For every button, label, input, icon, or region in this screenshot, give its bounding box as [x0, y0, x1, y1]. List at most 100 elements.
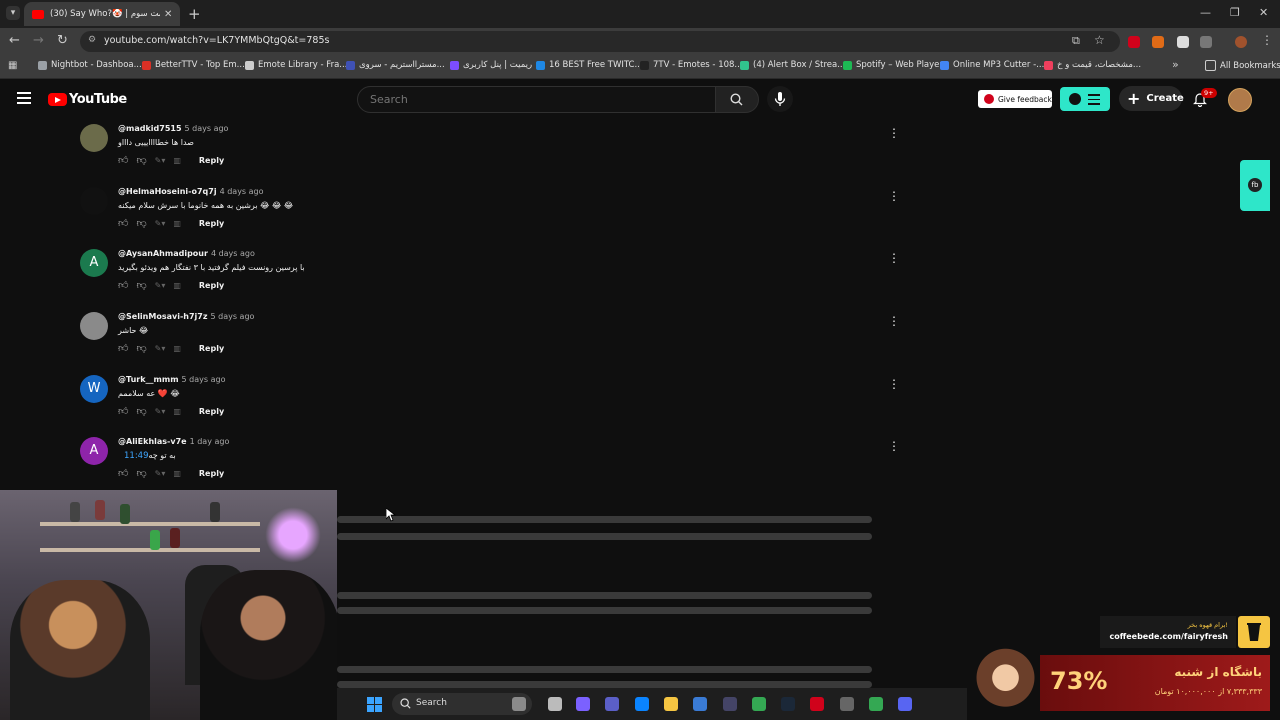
all-bookmarks[interactable]: All Bookmarks: [1205, 60, 1280, 71]
analytics-icon[interactable]: ▥: [173, 469, 181, 478]
app-red-icon[interactable]: [810, 697, 824, 711]
commenter-handle[interactable]: @SelinMosavi-h7j7z: [118, 312, 208, 321]
extension-badge-icon[interactable]: [1177, 36, 1189, 48]
chrome-icon[interactable]: [752, 697, 766, 711]
reply-button[interactable]: Reply: [199, 156, 224, 165]
account-avatar[interactable]: [1228, 88, 1252, 112]
extension-toolbar-button[interactable]: [1060, 87, 1110, 111]
close-window-icon[interactable]: ✕: [1259, 6, 1268, 19]
bookmark-item[interactable]: Spotify – Web Player: [843, 60, 943, 70]
install-app-icon[interactable]: ⧉: [1072, 34, 1080, 48]
bookmark-item[interactable]: Emote Library - Fra...: [245, 60, 347, 70]
more-bookmarks-icon[interactable]: »: [1172, 58, 1179, 71]
search-button[interactable]: [715, 86, 759, 113]
like-icon[interactable]: 👍︎: [118, 217, 128, 229]
bookmark-item[interactable]: ریمیت | پنل کاربری: [450, 60, 532, 70]
commenter-avatar[interactable]: W: [80, 375, 108, 403]
extension-red-icon[interactable]: [1128, 36, 1140, 48]
analytics-icon[interactable]: ▥: [173, 281, 181, 290]
thanks-icon[interactable]: ✎▾: [155, 469, 166, 478]
dislike-icon[interactable]: 👎︎: [136, 405, 146, 417]
comment-menu-icon[interactable]: ⋮: [888, 251, 900, 265]
task-view-icon[interactable]: [548, 697, 562, 711]
file-explorer-icon[interactable]: [664, 697, 678, 711]
voice-search-button[interactable]: [767, 86, 793, 112]
bookmark-item[interactable]: BetterTTV - Top Em...: [142, 60, 245, 70]
dislike-icon[interactable]: 👎︎: [136, 279, 146, 291]
commenter-handle[interactable]: @AysanAhmadipour: [118, 249, 208, 258]
thanks-icon[interactable]: ✎▾: [155, 219, 166, 228]
back-icon[interactable]: ←: [9, 33, 20, 48]
comment-time[interactable]: 5 days ago: [185, 124, 229, 133]
comment-menu-icon[interactable]: ⋮: [888, 314, 900, 328]
commenter-avatar[interactable]: [80, 124, 108, 152]
comment-time[interactable]: 4 days ago: [220, 187, 264, 196]
bookmark-item[interactable]: مشخصات، قیمت و خ...: [1044, 60, 1141, 70]
analytics-icon[interactable]: ▥: [173, 219, 181, 228]
reply-button[interactable]: Reply: [199, 407, 224, 416]
address-bar[interactable]: ⚙ youtube.com/watch?v=LK7YMMbQtgQ&t=785s: [80, 31, 1120, 52]
commenter-avatar[interactable]: A: [80, 249, 108, 277]
dislike-icon[interactable]: 👎︎: [136, 342, 146, 354]
close-tab-icon[interactable]: ✕: [164, 9, 172, 20]
reload-icon[interactable]: ↻: [57, 33, 68, 48]
analytics-icon[interactable]: ▥: [173, 156, 181, 165]
comment-menu-icon[interactable]: ⋮: [888, 189, 900, 203]
analytics-icon[interactable]: ▥: [173, 407, 181, 416]
profile-avatar-icon[interactable]: [1235, 36, 1247, 48]
youtube-logo[interactable]: YouTube: [48, 92, 127, 107]
teams-icon[interactable]: [605, 697, 619, 711]
browser-menu-icon[interactable]: ⋮: [1261, 33, 1273, 47]
maximize-icon[interactable]: ❐: [1230, 6, 1240, 19]
reply-button[interactable]: Reply: [199, 219, 224, 228]
bookmark-item[interactable]: 7TV - Emotes - 108...: [640, 60, 743, 70]
like-icon[interactable]: 👍︎: [118, 467, 128, 479]
comment-menu-icon[interactable]: ⋮: [888, 377, 900, 391]
store-icon[interactable]: [693, 697, 707, 711]
commenter-handle[interactable]: @HelmaHoseini-o7q7j: [118, 187, 217, 196]
widgets-icon[interactable]: [512, 697, 526, 711]
commenter-handle[interactable]: @AliEkhlas-v7e: [118, 437, 187, 446]
create-button[interactable]: + Create: [1119, 86, 1184, 111]
bookmark-item[interactable]: Nightbot - Dashboa...: [38, 60, 142, 70]
site-info-icon[interactable]: ⚙: [88, 35, 96, 45]
dislike-icon[interactable]: 👎︎: [136, 154, 146, 166]
like-icon[interactable]: 👍︎: [118, 154, 128, 166]
steam-icon[interactable]: [781, 697, 795, 711]
give-feedback-button[interactable]: Give feedback: [978, 90, 1052, 108]
commenter-handle[interactable]: @madkid7515: [118, 124, 182, 133]
bookmark-item[interactable]: 16 BEST Free TWITC...: [536, 60, 643, 70]
search-box[interactable]: [357, 86, 716, 113]
app-icon[interactable]: [723, 697, 737, 711]
minimize-icon[interactable]: —: [1200, 6, 1211, 19]
comment-time[interactable]: 4 days ago: [211, 249, 255, 258]
tab-search-menu[interactable]: ▾: [6, 6, 20, 20]
comment-menu-icon[interactable]: ⋮: [888, 439, 900, 453]
app-icon[interactable]: [840, 697, 854, 711]
thanks-icon[interactable]: ✎▾: [155, 156, 166, 165]
taskbar-search[interactable]: Search: [392, 693, 532, 715]
browser-tab-active[interactable]: (30) Say Who?🤡 | قسمت سوم ✕: [24, 2, 180, 26]
comment-menu-icon[interactable]: ⋮: [888, 126, 900, 140]
dislike-icon[interactable]: 👎︎: [136, 467, 146, 479]
dislike-icon[interactable]: 👎︎: [136, 217, 146, 229]
chrome-active-icon[interactable]: [869, 697, 883, 711]
bookmark-item[interactable]: Online MP3 Cutter -...: [940, 60, 1044, 70]
forward-icon[interactable]: →: [33, 33, 44, 48]
bookmark-item[interactable]: مسترااستریم - سروی...: [346, 60, 445, 70]
commenter-avatar[interactable]: [80, 187, 108, 215]
copilot-icon[interactable]: [576, 697, 590, 711]
extensions-puzzle-icon[interactable]: [1200, 36, 1212, 48]
thanks-icon[interactable]: ✎▾: [155, 407, 166, 416]
windows-start-icon[interactable]: [367, 697, 383, 713]
commenter-avatar[interactable]: A: [80, 437, 108, 465]
reply-button[interactable]: Reply: [199, 281, 224, 290]
search-input[interactable]: [368, 92, 702, 107]
reply-button[interactable]: Reply: [199, 344, 224, 353]
like-icon[interactable]: 👍︎: [118, 342, 128, 354]
comment-time[interactable]: 5 days ago: [211, 312, 255, 321]
commenter-handle[interactable]: @Turk__mmm: [118, 375, 179, 384]
edge-icon[interactable]: [635, 697, 649, 711]
new-tab-button[interactable]: +: [188, 5, 201, 23]
apps-grid-icon[interactable]: ▦: [8, 60, 17, 71]
